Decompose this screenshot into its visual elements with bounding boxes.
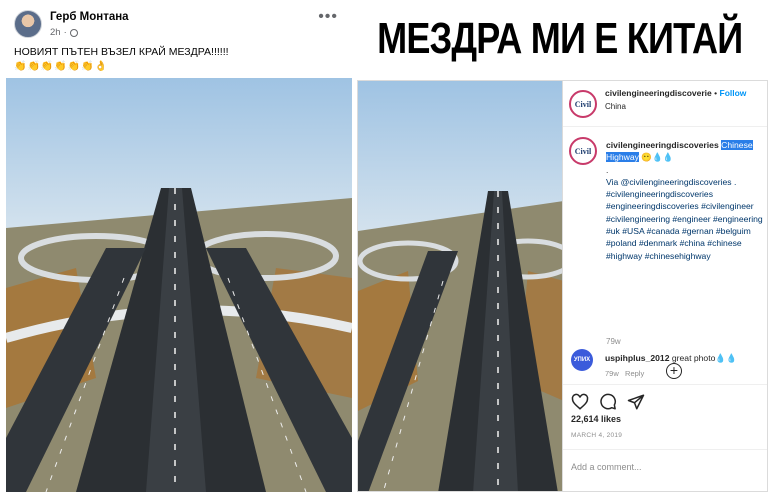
highlighted-word-2: Highway [606,152,639,163]
ig-header: Civil civilengineeringdiscoverie • Follo… [563,81,767,127]
separator-dot: • [714,88,718,98]
caption-body[interactable]: Via @civilengineeringdiscoveries . #civi… [606,177,763,261]
meme-caption: МЕЗДРА МИ Е КИТАЙ [352,0,768,78]
post-location[interactable]: China [605,102,626,111]
reply-button[interactable]: Reply [625,369,644,378]
add-comment-bar [563,449,767,492]
caption-emoji: 😶💧💧 [641,152,674,163]
add-comment-input[interactable] [571,462,761,472]
comment-text: great photo💧💧 [671,353,737,363]
post-meta: 2h · [50,27,78,38]
post-text: НОВИЯТ ПЪТЕН ВЪЗЕЛ КРАЙ МЕЗДРА!!!!!! [14,46,229,58]
highway-interchange-image [6,78,352,492]
comment-meta: 79w Reply [605,369,644,378]
follow-button[interactable]: Follow [720,88,747,98]
post-emoji: 👏👏👏👏👏👏👌 [14,61,109,72]
author-avatar[interactable] [14,10,42,38]
globe-icon [69,28,78,37]
caption-avatar[interactable]: Civil [569,137,597,165]
more-options-icon[interactable]: ••• [318,9,338,25]
account-avatar[interactable]: Civil [569,90,597,118]
caption-age: 79w [606,337,621,346]
highway-interchange-image [358,81,562,491]
instagram-sidebar: Civil civilengineeringdiscoverie • Follo… [563,80,768,492]
commenter-avatar[interactable]: УПИХ [571,349,593,371]
share-icon[interactable] [627,393,645,411]
comment-icon[interactable] [599,393,617,411]
post-date: MARCH 4, 2019 [571,432,623,439]
ig-caption-text: civilengineeringdiscoveries Chinese High… [606,139,766,262]
commenter-username[interactable]: uspihplus_2012 [605,353,669,363]
caption-username[interactable]: civilengineeringdiscoveries [606,140,719,150]
ig-header-user: civilengineeringdiscoverie • Follow [605,88,746,98]
comment-text-line: uspihplus_2012 great photo💧💧 [605,353,737,364]
caption-dot: . [606,164,609,175]
post-time[interactable]: 2h [50,27,61,38]
comment-row: УПИХ uspihplus_2012 great photo💧💧 79w Re… [563,349,767,381]
account-username[interactable]: civilengineeringdiscoverie [605,88,712,98]
author-name[interactable]: Герб Монтана [50,11,129,23]
action-bar [563,384,767,418]
comment-age: 79w [605,369,619,378]
post-header: Герб Монтана 2h · ••• [14,8,344,44]
highlighted-word-1: Chinese [721,140,753,150]
caption-text: МЕЗДРА МИ Е КИТАЙ [377,14,743,63]
heart-icon[interactable] [571,393,589,411]
instagram-photo[interactable] [357,80,563,492]
like-count[interactable]: 22,614 likes [571,414,621,424]
post-photo[interactable] [6,78,352,492]
facebook-post: Герб Монтана 2h · ••• НОВИЯТ ПЪТЕН ВЪЗЕЛ… [0,0,352,496]
